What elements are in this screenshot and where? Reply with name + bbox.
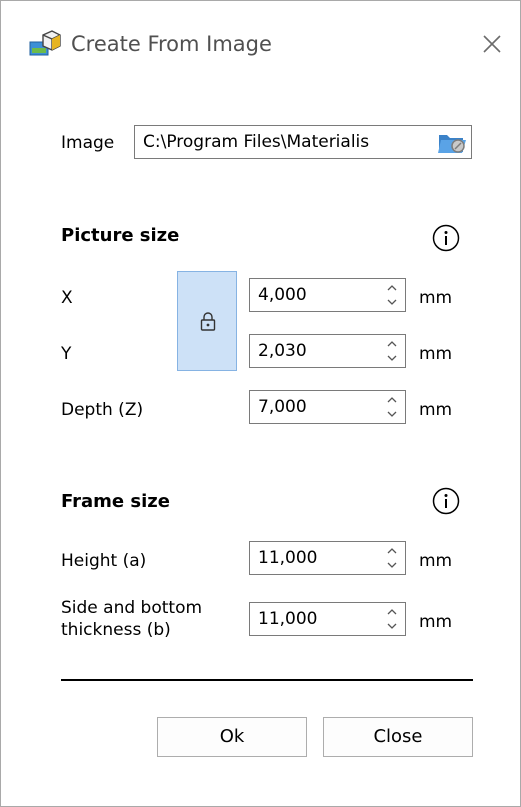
spin-arrows-icon[interactable] <box>383 545 401 571</box>
depth-input[interactable] <box>250 391 383 423</box>
spin-arrows-icon[interactable] <box>383 394 401 420</box>
create-from-image-icon <box>29 30 61 56</box>
folder-icon[interactable] <box>435 125 469 159</box>
title-bar: Create From Image <box>1 1 520 59</box>
thickness-input[interactable] <box>250 603 383 635</box>
depth-unit: mm <box>419 400 453 420</box>
image-label: Image <box>61 133 115 153</box>
ok-button[interactable]: Ok <box>157 717 307 757</box>
y-input[interactable] <box>250 335 383 367</box>
height-spinbox[interactable] <box>249 541 406 575</box>
height-input[interactable] <box>250 542 383 574</box>
height-unit: mm <box>419 551 453 571</box>
dialog-title: Create From Image <box>71 32 272 56</box>
depth-label: Depth (Z) <box>61 400 144 420</box>
height-label: Height (a) <box>61 551 147 571</box>
y-label: Y <box>61 344 72 364</box>
y-unit: mm <box>419 344 453 364</box>
y-spinbox[interactable] <box>249 334 406 368</box>
x-unit: mm <box>419 288 453 308</box>
x-input[interactable] <box>250 279 383 311</box>
thickness-label-line2: thickness (b) <box>61 620 171 640</box>
lock-icon <box>200 312 216 331</box>
divider <box>61 679 473 681</box>
picture-size-heading: Picture size <box>61 225 180 246</box>
depth-spinbox[interactable] <box>249 390 406 424</box>
x-spinbox[interactable] <box>249 278 406 312</box>
info-icon[interactable] <box>431 223 461 253</box>
image-path-field[interactable]: C:\Program Files\Materialis <box>134 125 472 159</box>
lock-aspect-toggle[interactable] <box>177 271 237 371</box>
info-icon[interactable] <box>431 486 461 516</box>
thickness-unit: mm <box>419 612 453 632</box>
thickness-label-line1: Side and bottom <box>61 598 203 618</box>
frame-size-heading: Frame size <box>61 491 170 512</box>
create-from-image-dialog: Create From Image Image C:\Program Files… <box>0 0 521 807</box>
close-icon[interactable] <box>479 31 505 57</box>
spin-arrows-icon[interactable] <box>383 606 401 632</box>
spin-arrows-icon[interactable] <box>383 338 401 364</box>
thickness-spinbox[interactable] <box>249 602 406 636</box>
spin-arrows-icon[interactable] <box>383 282 401 308</box>
close-button[interactable]: Close <box>323 717 473 757</box>
x-label: X <box>61 288 73 308</box>
